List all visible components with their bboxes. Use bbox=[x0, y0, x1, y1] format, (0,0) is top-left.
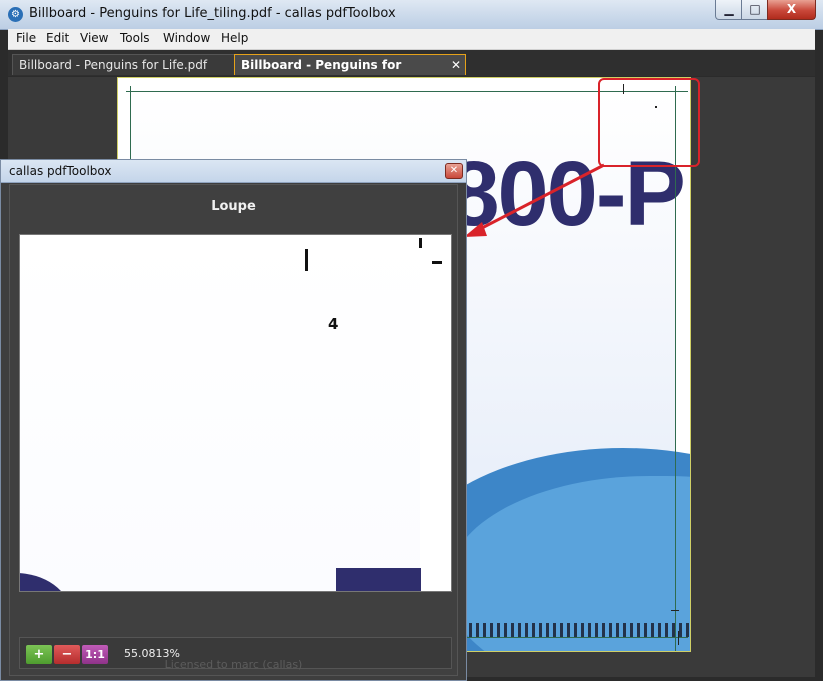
loupe-preview-margin bbox=[420, 235, 451, 591]
loupe-palette[interactable]: callas pdfToolbox ✕ Loupe 4 + − 1:1 55.0… bbox=[0, 159, 467, 681]
grass-pattern bbox=[448, 623, 690, 637]
tab-billboard-penguins[interactable]: Billboard - Penguins for Life.pdf bbox=[12, 54, 238, 75]
menu-edit[interactable]: Edit bbox=[46, 31, 69, 45]
loupe-preview-background bbox=[20, 235, 420, 591]
tab-close-icon[interactable]: ✕ bbox=[451, 55, 461, 75]
minimize-button[interactable]: ▁ bbox=[715, 0, 743, 20]
document-tab-bar: Billboard - Penguins for Life.pdf Billbo… bbox=[8, 50, 815, 92]
close-window-button[interactable]: X bbox=[767, 0, 816, 20]
tab-label: Billboard - Penguins for Life.pdf bbox=[19, 58, 208, 72]
menu-file[interactable]: File bbox=[16, 31, 36, 45]
loupe-preview-block bbox=[336, 568, 421, 591]
close-icon[interactable]: ✕ bbox=[445, 163, 463, 179]
maximize-button[interactable]: □ bbox=[741, 0, 769, 20]
tab-billboard-penguins-tiling[interactable]: Billboard - Penguins for Life_tiling ✕ bbox=[234, 54, 466, 92]
loupe-preview[interactable]: 4 bbox=[19, 234, 452, 592]
gear-icon[interactable]: ⚙ bbox=[8, 7, 23, 22]
menu-help[interactable]: Help bbox=[221, 31, 248, 45]
registration-mark bbox=[678, 631, 679, 645]
menu-tools[interactable]: Tools bbox=[120, 31, 150, 45]
menu-window[interactable]: Window bbox=[163, 31, 210, 45]
loupe-preview-number: 4 bbox=[328, 315, 339, 333]
license-text: Licensed to marc (callas) bbox=[164, 658, 303, 671]
loupe-registration-mark bbox=[305, 249, 308, 271]
loupe-registration-mark bbox=[419, 238, 422, 248]
loupe-panel: Loupe 4 + − 1:1 55.0813% bbox=[9, 184, 458, 676]
loupe-heading: Loupe bbox=[211, 199, 256, 214]
loupe-titlebar[interactable]: callas pdfToolbox ✕ bbox=[1, 160, 466, 183]
window-titlebar[interactable]: ⚙ Billboard - Penguins for Life_tiling.p… bbox=[0, 0, 823, 30]
loupe-registration-mark bbox=[432, 261, 442, 264]
menu-view[interactable]: View bbox=[80, 31, 108, 45]
registration-mark bbox=[671, 610, 679, 611]
menu-bar: File Edit View Tools Window Help bbox=[8, 29, 815, 50]
crop-line-right bbox=[675, 86, 676, 651]
loupe-window-title: callas pdfToolbox bbox=[9, 164, 112, 178]
window-title: Billboard - Penguins for Life_tiling.pdf… bbox=[29, 6, 396, 21]
highlight-box bbox=[598, 78, 700, 167]
